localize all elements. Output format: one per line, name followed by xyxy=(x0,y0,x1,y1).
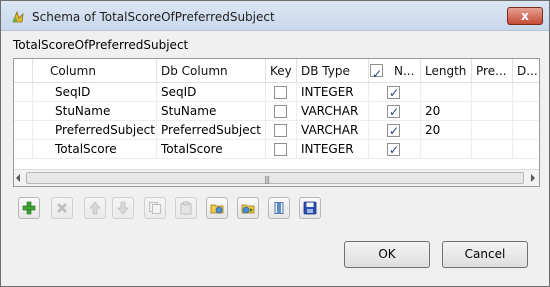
folder-export-icon xyxy=(241,204,255,214)
cell-key[interactable] xyxy=(266,83,297,102)
arrow-up-icon xyxy=(89,201,101,215)
header-column[interactable]: Column xyxy=(33,59,157,83)
cell-column[interactable]: SeqID xyxy=(33,83,157,102)
header-default[interactable]: D... xyxy=(513,59,539,83)
close-button[interactable]: x xyxy=(507,7,543,25)
ok-button[interactable]: OK xyxy=(344,241,430,268)
title-bar[interactable]: Schema of TotalScoreOfPreferredSubject x xyxy=(1,1,549,31)
cell-column[interactable]: StuName xyxy=(33,102,157,121)
header-precision[interactable]: Pre... xyxy=(472,59,513,83)
arrow-down-icon xyxy=(117,201,129,215)
nullable-checkbox[interactable] xyxy=(387,122,400,139)
cell-precision[interactable] xyxy=(472,102,513,121)
cell-column[interactable]: TotalScore xyxy=(33,140,157,159)
move-down-button[interactable] xyxy=(112,197,134,219)
header-db-column[interactable]: Db Column xyxy=(157,59,266,83)
horizontal-scrollbar[interactable]: ||| xyxy=(14,169,539,186)
cell-nullable[interactable] xyxy=(369,121,421,140)
cell-nullable[interactable] xyxy=(369,140,421,159)
window-title: Schema of TotalScoreOfPreferredSubject xyxy=(32,10,275,24)
cell-key[interactable] xyxy=(266,102,297,121)
schema-dialog: Schema of TotalScoreOfPreferredSubject x… xyxy=(0,0,550,287)
save-button[interactable] xyxy=(299,197,321,219)
cell-nullable[interactable] xyxy=(369,102,421,121)
app-icon xyxy=(12,10,24,23)
cell-db-column[interactable]: PreferredSubject xyxy=(157,121,266,140)
cell-db-type[interactable]: INTEGER xyxy=(297,83,369,102)
nullable-checkbox[interactable] xyxy=(387,141,400,158)
cell-db-column[interactable]: StuName xyxy=(157,102,266,121)
key-checkbox[interactable] xyxy=(274,105,287,118)
copy-icon xyxy=(149,202,161,214)
close-icon: x xyxy=(521,9,529,23)
header-length[interactable]: Length xyxy=(421,59,472,83)
floppy-disk-icon xyxy=(303,201,317,215)
cell-default[interactable] xyxy=(513,102,539,121)
cell-nullable[interactable] xyxy=(369,83,421,102)
scrollbar-thumb[interactable]: ||| xyxy=(26,172,524,184)
schema-name-label: TotalScoreOfPreferredSubject xyxy=(13,38,189,52)
import-schema-button[interactable] xyxy=(206,197,228,219)
row-header-corner xyxy=(14,59,33,83)
cell-precision[interactable] xyxy=(472,140,513,159)
scroll-left-icon[interactable] xyxy=(16,174,20,182)
cell-column[interactable]: PreferredSubject xyxy=(33,121,157,140)
paste-button[interactable] xyxy=(175,197,197,219)
plus-icon xyxy=(22,201,36,215)
cell-key[interactable] xyxy=(266,140,297,159)
cell-key[interactable] xyxy=(266,121,297,140)
key-checkbox[interactable] xyxy=(274,143,287,156)
cell-length[interactable] xyxy=(421,83,472,102)
add-button[interactable] xyxy=(18,197,40,219)
nullable-checkbox[interactable] xyxy=(387,84,400,101)
cell-db-type[interactable]: INTEGER xyxy=(297,140,369,159)
move-up-button[interactable] xyxy=(84,197,106,219)
remove-button[interactable] xyxy=(51,197,73,219)
cell-length[interactable]: 20 xyxy=(421,102,472,121)
key-checkbox[interactable] xyxy=(274,86,287,99)
cell-length[interactable]: 20 xyxy=(421,121,472,140)
export-schema-button[interactable] xyxy=(237,197,259,219)
key-checkbox[interactable] xyxy=(274,124,287,137)
folder-import-icon xyxy=(210,204,224,214)
cell-default[interactable] xyxy=(513,83,539,102)
header-key[interactable]: Key xyxy=(266,59,297,83)
cell-default[interactable] xyxy=(513,121,539,140)
copy-button[interactable] xyxy=(144,197,166,219)
cell-default[interactable] xyxy=(513,140,539,159)
scroll-right-icon[interactable] xyxy=(531,174,535,182)
cell-length[interactable] xyxy=(421,140,472,159)
cell-db-column[interactable]: SeqID xyxy=(157,83,266,102)
remove-icon xyxy=(56,202,68,214)
reset-button[interactable] xyxy=(268,197,290,219)
paste-icon xyxy=(180,201,192,215)
nullable-checkbox[interactable] xyxy=(387,103,400,120)
column-icon xyxy=(274,202,284,214)
grip-icon: ||| xyxy=(264,175,270,184)
header-nullable[interactable]: N... xyxy=(369,59,421,83)
cell-db-type[interactable]: VARCHAR xyxy=(297,121,369,140)
cell-db-column[interactable]: TotalScore xyxy=(157,140,266,159)
cancel-button[interactable]: Cancel xyxy=(442,241,528,268)
cell-db-type[interactable]: VARCHAR xyxy=(297,102,369,121)
schema-table[interactable]: Column Db Column Key DB Type N... Length… xyxy=(13,58,540,187)
cell-precision[interactable] xyxy=(472,83,513,102)
cell-precision[interactable] xyxy=(472,121,513,140)
header-db-type[interactable]: DB Type xyxy=(297,59,369,83)
nullable-header-checkbox[interactable] xyxy=(370,62,383,82)
header-nullable-label: N... xyxy=(394,64,415,78)
